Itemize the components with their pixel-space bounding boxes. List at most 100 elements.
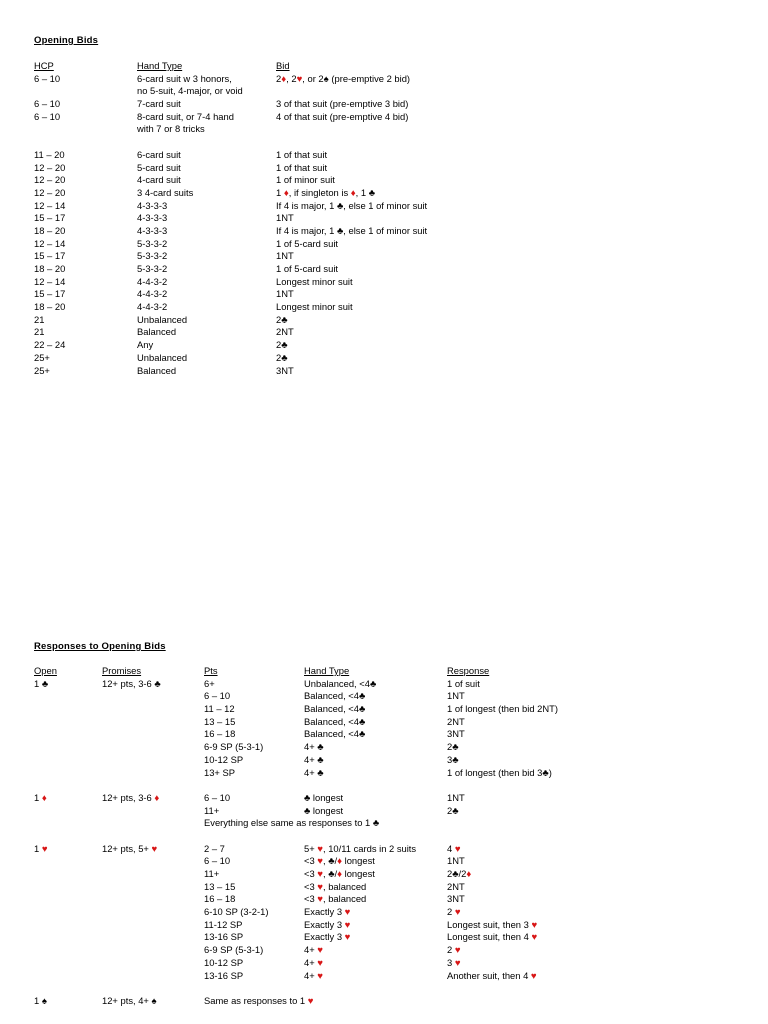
cell-hcp: 12 – 14 — [34, 199, 66, 211]
cell-hand-type: 4-4-3-2 — [137, 275, 168, 287]
cell-response: 1NT — [447, 690, 465, 702]
cell-bid: 2♣ — [276, 339, 288, 352]
cell-hand-type: Balanced, <4♣ — [304, 690, 366, 703]
cell-pts: 6-9 SP (5-3-1) — [204, 944, 264, 956]
cell-pts: 16 – 18 — [204, 893, 236, 905]
opening-bids-heading: Opening Bids — [34, 35, 99, 46]
cell-bid: 2♣ — [276, 313, 288, 326]
cell-open: 1 ♥ — [34, 842, 48, 855]
cell-hcp: 18 – 20 — [34, 263, 66, 274]
cell-response: 3NT — [447, 728, 465, 740]
cell-bid: 1NT — [276, 288, 294, 300]
club-suit-icon: ♣ — [281, 340, 288, 352]
club-suit-icon: ♣ — [359, 716, 366, 728]
cell-hand-type: 4+ ♣ — [304, 766, 324, 779]
cell-hcp: 18 – 20 — [34, 224, 66, 236]
table-row: 11 – 20 6-card suit 1 of that suit — [0, 149, 768, 162]
row-spacer — [0, 136, 768, 149]
club-suit-icon: ♣ — [281, 314, 288, 326]
cell-bid: 3NT — [276, 364, 294, 376]
table-row: no 5-suit, 4-major, or void — [0, 85, 768, 98]
column-header-bid: Bid — [276, 60, 290, 71]
table-row: 10-12 SP 4+ ♥ 3 ♥ — [0, 957, 768, 970]
table-row: 15 – 17 4-4-3-2 1NT — [0, 288, 768, 301]
row-spacer — [0, 779, 768, 792]
cell-bid: Longest minor suit — [276, 301, 353, 313]
club-suit-icon: ♣ — [359, 729, 366, 741]
table-row: 1 ♥ 12+ pts, 5+ ♥ 2 – 7 5+ ♥, 10/11 cards i… — [0, 843, 768, 856]
cell-hcp: 12 – 20 — [34, 186, 66, 198]
table-row: 13 – 15 Balanced, <4♣ 2NT — [0, 716, 768, 729]
club-suit-icon: ♣ — [328, 856, 335, 868]
club-suit-icon: ♣ — [369, 678, 377, 690]
table-row: 15 – 17 5-3-3-2 1NT — [0, 250, 768, 263]
club-suit-icon: ♣ — [317, 754, 324, 766]
cell-hcp: 15 – 17 — [34, 212, 66, 224]
club-suit-icon: ♣ — [452, 742, 459, 754]
cell-bid: 2♣ — [276, 351, 288, 364]
club-suit-icon: ♣ — [154, 678, 161, 690]
cell-hand-type: Exactly 3 ♥ — [304, 918, 351, 931]
cell-bid: 2♦, 2♥, or 2♠ (pre-emptive 2 bid) — [276, 72, 411, 85]
cell-hcp: 6 – 10 — [34, 98, 61, 110]
cell-response: 1 of longest (then bid 2NT) — [447, 703, 558, 715]
cell-pts: 11-12 SP — [204, 918, 243, 930]
table-row: 12 – 14 4-4-3-2 Longest minor suit — [0, 276, 768, 289]
heart-suit-icon: ♥ — [296, 73, 303, 85]
cell-hand-type: 4+ ♣ — [304, 753, 324, 766]
club-suit-icon: ♣ — [359, 691, 366, 703]
cell-hcp: 21 — [34, 313, 45, 325]
column-header-pts: Pts — [204, 665, 218, 676]
cell-hand-type: 4-3-3-3 — [137, 224, 168, 236]
cell-hand-type: no 5-suit, 4-major, or void — [137, 85, 243, 97]
heart-suit-icon: ♥ — [344, 932, 351, 944]
cell-bid: 3 of that suit (pre-emptive 3 bid) — [276, 98, 409, 110]
table-row: 6 – 10 8-card suit, or 7-4 hand 4 of that … — [0, 111, 768, 124]
cell-bid: 1 of that suit — [276, 161, 328, 173]
cell-note: Everything else same as responses to 1 ♣ — [204, 817, 380, 830]
cell-open: 1 ♦ — [34, 791, 47, 804]
cell-pts: 13-16 SP — [204, 931, 244, 943]
cell-pts: 6 – 10 — [204, 791, 231, 803]
table-row: 6-9 SP (5-3-1) 4+ ♣ 2♣ — [0, 741, 768, 754]
table-row: 21 Balanced 2NT — [0, 326, 768, 339]
table-row: 12 – 20 3 4-card suits 1 ♦, if singleton i… — [0, 187, 768, 200]
heart-suit-icon: ♥ — [151, 843, 158, 855]
cell-open: 1 ♣ — [34, 677, 49, 690]
cell-pts: 2 – 7 — [204, 842, 225, 854]
cell-pts: 11+ — [204, 804, 220, 816]
table-row: 6 – 10 <3 ♥, ♣/♦ longest 1NT — [0, 855, 768, 868]
responses-rows: 1 ♣ 12+ pts, 3-6 ♣ 6+ Unbalanced, <4♣ 1 of s… — [0, 678, 768, 1008]
diamond-suit-icon: ♦ — [281, 73, 287, 85]
cell-pts: 13 – 15 — [204, 715, 236, 727]
cell-hand-type: with 7 or 8 tricks — [137, 123, 205, 135]
heart-suit-icon: ♥ — [454, 945, 461, 957]
cell-promises: 12+ pts, 5+ ♥ — [102, 842, 158, 855]
cell-hand-type: 4-4-3-2 — [137, 288, 168, 300]
table-row: 12 – 20 4-card suit 1 of minor suit — [0, 174, 768, 187]
cell-hcp: 12 – 20 — [34, 161, 66, 173]
cell-hand-type: Balanced — [137, 364, 177, 376]
club-suit-icon: ♣ — [336, 200, 344, 212]
table-row: 12 – 14 5-3-3-2 1 of 5-card suit — [0, 238, 768, 251]
cell-response: 2NT — [447, 715, 465, 727]
diamond-suit-icon: ♦ — [337, 856, 343, 868]
cell-hcp: 21 — [34, 326, 45, 338]
cell-promises: 12+ pts, 4+ ♠ — [102, 994, 157, 1007]
cell-hand-type: <3 ♥, balanced — [304, 893, 367, 906]
cell-hand-type: 4-3-3-3 — [137, 212, 168, 224]
document-page: Opening Bids HCP Hand Type Bid 6 – 10 6-c… — [0, 0, 768, 1024]
cell-bid: 1NT — [276, 212, 294, 224]
cell-hand-type: 4-3-3-3 — [137, 199, 168, 211]
club-suit-icon: ♣ — [452, 805, 459, 817]
cell-pts: 13-16 SP — [204, 969, 244, 981]
cell-pts: 13+ SP — [204, 766, 236, 778]
cell-response: 4 ♥ — [447, 842, 461, 855]
table-row: 16 – 18 <3 ♥, balanced 3NT — [0, 893, 768, 906]
heart-suit-icon: ♥ — [531, 932, 538, 944]
row-spacer — [0, 982, 768, 995]
cell-hand-type: <3 ♥, balanced — [304, 880, 367, 893]
heart-suit-icon: ♥ — [530, 970, 537, 982]
cell-bid: 1 of minor suit — [276, 174, 335, 186]
spade-suit-icon: ♠ — [323, 73, 329, 85]
